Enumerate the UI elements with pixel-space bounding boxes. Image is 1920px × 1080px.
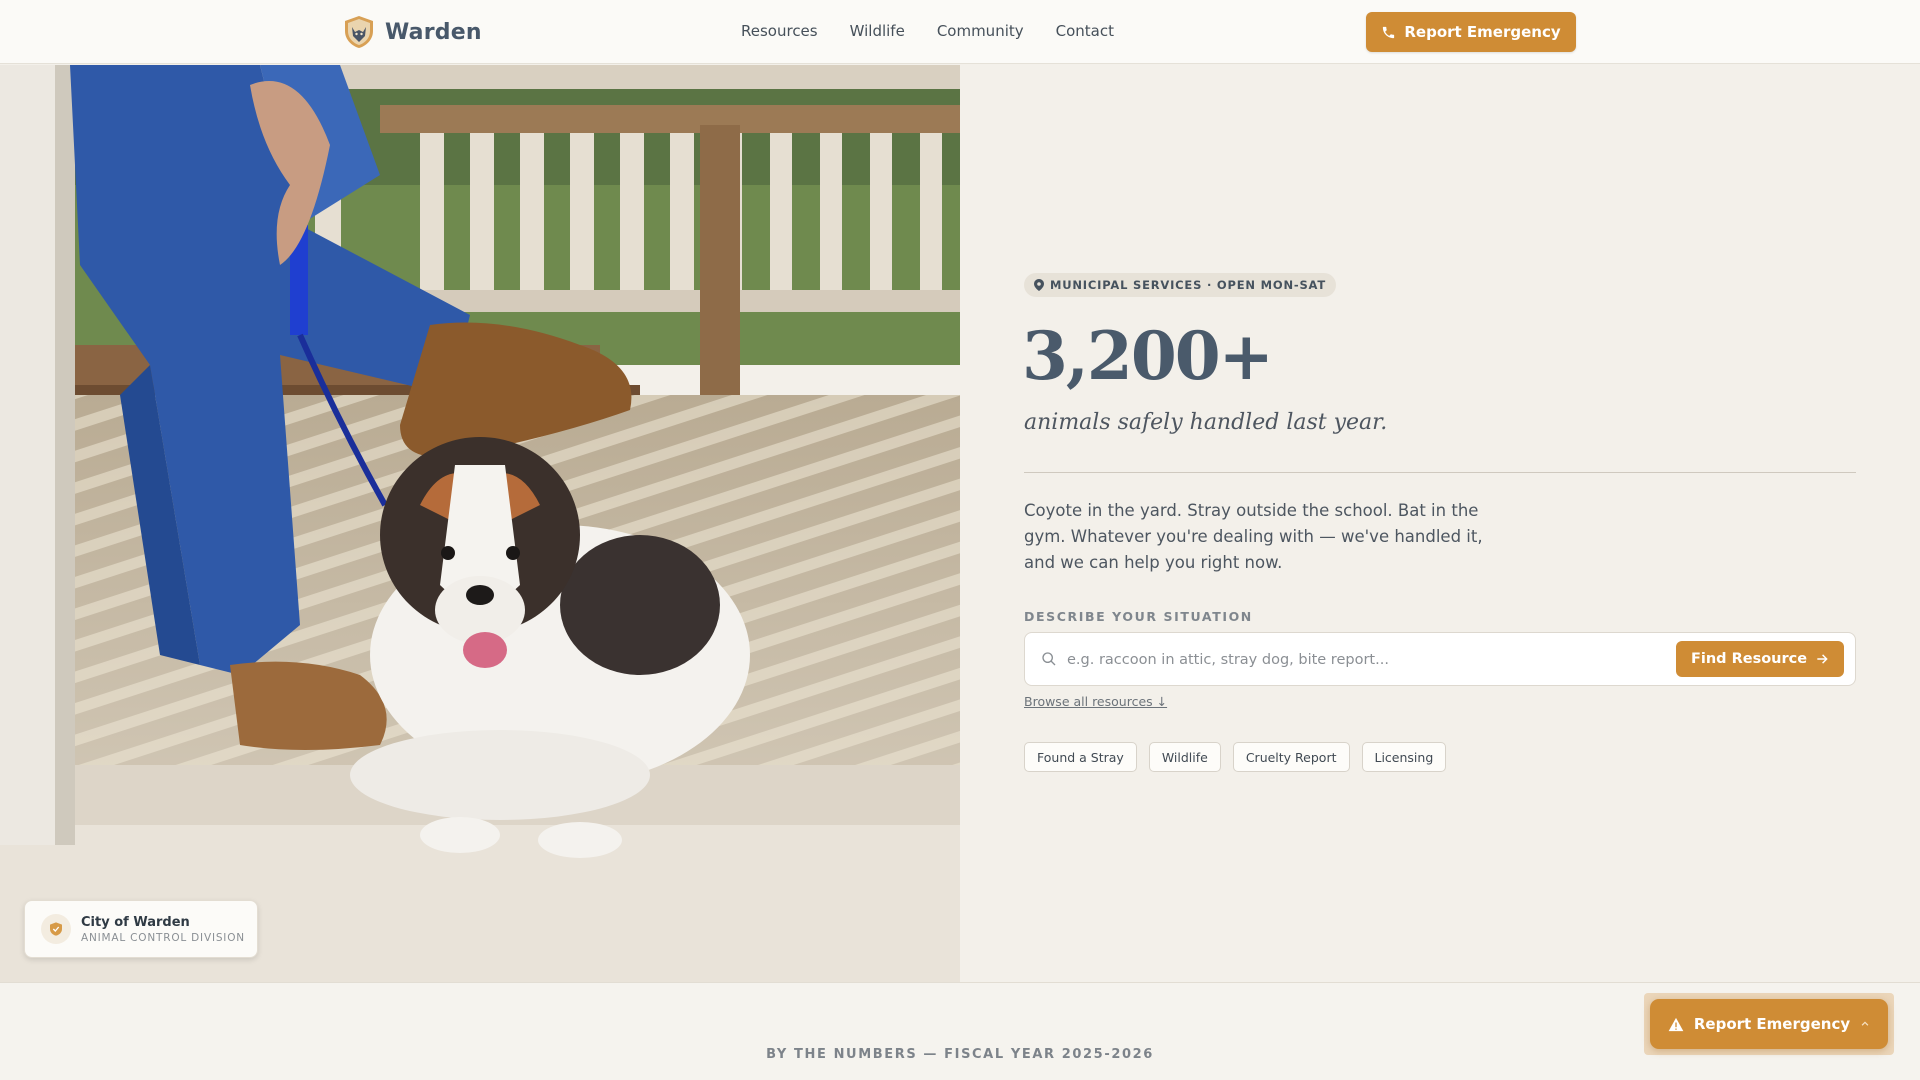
quick-chips: Found a Stray Wildlife Cruelty Report Li… [1024,742,1447,772]
find-resource-label: Find Resource [1690,651,1808,667]
numbers-heading: BY THE NUMBERS — FISCAL YEAR 2025-2026 [766,1047,1154,1062]
situation-search: Find Resource [1024,632,1856,686]
nav-resources[interactable]: Resources [741,22,818,40]
nav-wildlife[interactable]: Wildlife [850,22,905,40]
search-icon [1042,652,1056,666]
floating-report-emergency-button[interactable]: Report Emergency [1650,999,1888,1049]
services-pill: MUNICIPAL SERVICES · OPEN MON-SAT [1024,273,1336,297]
site-header: Warden Resources Wildlife Community Cont… [0,0,1920,64]
city-badge-card: City of Warden ANIMAL CONTROL DIVISION [24,900,258,958]
find-resource-button[interactable]: Find Resource [1676,641,1844,677]
chip-cruelty-report[interactable]: Cruelty Report [1232,742,1350,772]
shield-icon [41,914,71,944]
nav-contact[interactable]: Contact [1056,22,1114,40]
numbers-section [0,982,1920,1080]
badge-title: City of Warden [81,914,190,930]
services-pill-text: MUNICIPAL SERVICES · OPEN MON-SAT [1050,278,1326,292]
nav-community[interactable]: Community [937,22,1024,40]
floating-report-emergency-label: Report Emergency [1693,1015,1851,1033]
search-input[interactable] [1067,643,1667,677]
stat-caption: animals safely handled last year. [1024,410,1388,435]
phone-icon [1383,26,1395,38]
situation-label: DESCRIBE YOUR SITUATION [1024,609,1253,624]
stat-number: 3,200+ [1022,317,1274,395]
divider [1024,472,1856,473]
chip-wildlife[interactable]: Wildlife [1148,742,1221,772]
main-nav: Resources Wildlife Community Contact [741,22,1114,40]
shield-logo-icon [345,16,373,48]
chip-licensing[interactable]: Licensing [1361,742,1447,772]
browse-resources-link[interactable]: Browse all resources ↓ [1024,694,1167,709]
warning-icon [1668,1017,1684,1031]
chevron-up-icon [1861,1021,1869,1026]
hero-description: Coyote in the yard. Stray outside the sc… [1024,501,1483,572]
brand-name: Warden [385,19,482,45]
badge-subtitle: ANIMAL CONTROL DIVISION [81,931,245,944]
hero-photo [0,65,960,982]
chip-found-a-stray[interactable]: Found a Stray [1024,742,1137,772]
report-emergency-label: Report Emergency [1404,23,1561,41]
report-emergency-button[interactable]: Report Emergency [1366,12,1576,52]
arrow-right-icon [1817,654,1828,664]
brand[interactable]: Warden [343,15,482,49]
map-pin-icon [1034,279,1044,291]
